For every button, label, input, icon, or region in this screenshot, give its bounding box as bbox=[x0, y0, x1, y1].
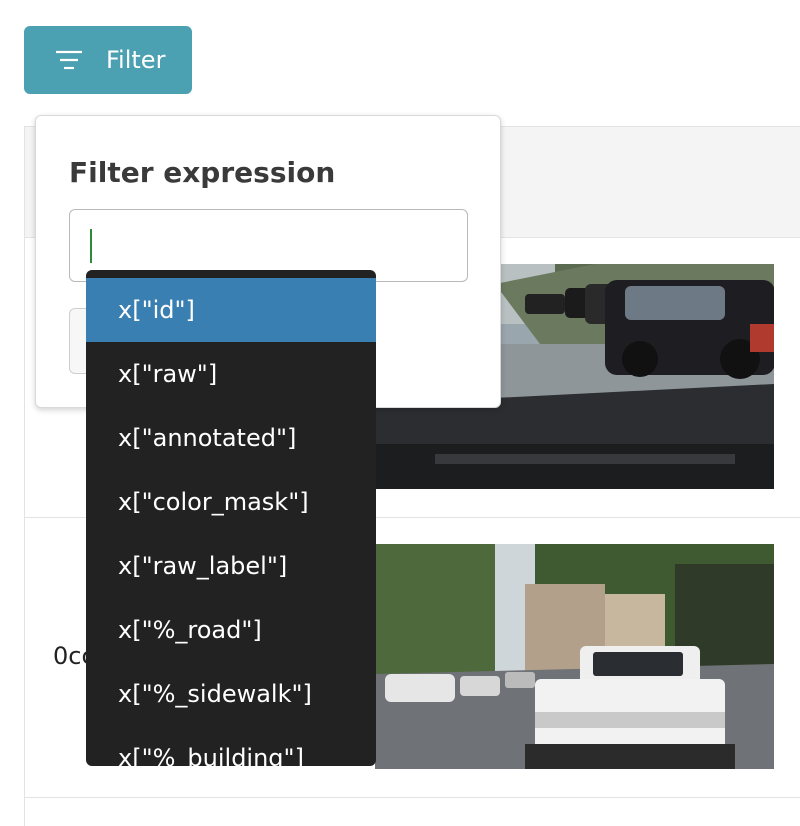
dropdown-item[interactable]: x["%_building"] bbox=[86, 726, 376, 766]
dropdown-item[interactable]: x["raw"] bbox=[86, 342, 376, 406]
dropdown-item[interactable]: x["color_mask"] bbox=[86, 470, 376, 534]
filter-lines-icon bbox=[54, 45, 84, 75]
autocomplete-dropdown: x["id"] x["raw"] x["annotated"] x["color… bbox=[86, 270, 376, 766]
text-caret bbox=[90, 229, 92, 263]
dropdown-item[interactable]: x["%_sidewalk"] bbox=[86, 662, 376, 726]
popover-title: Filter expression bbox=[69, 156, 336, 189]
filter-button[interactable]: Filter bbox=[24, 26, 192, 94]
row-divider bbox=[25, 797, 800, 798]
dropdown-item[interactable]: x["id"] bbox=[86, 278, 376, 342]
filter-button-label: Filter bbox=[106, 46, 166, 74]
dropdown-item[interactable]: x["annotated"] bbox=[86, 406, 376, 470]
dropdown-item[interactable]: x["raw_label"] bbox=[86, 534, 376, 598]
street-thumbnail[interactable] bbox=[375, 544, 774, 769]
dropdown-item[interactable]: x["%_road"] bbox=[86, 598, 376, 662]
